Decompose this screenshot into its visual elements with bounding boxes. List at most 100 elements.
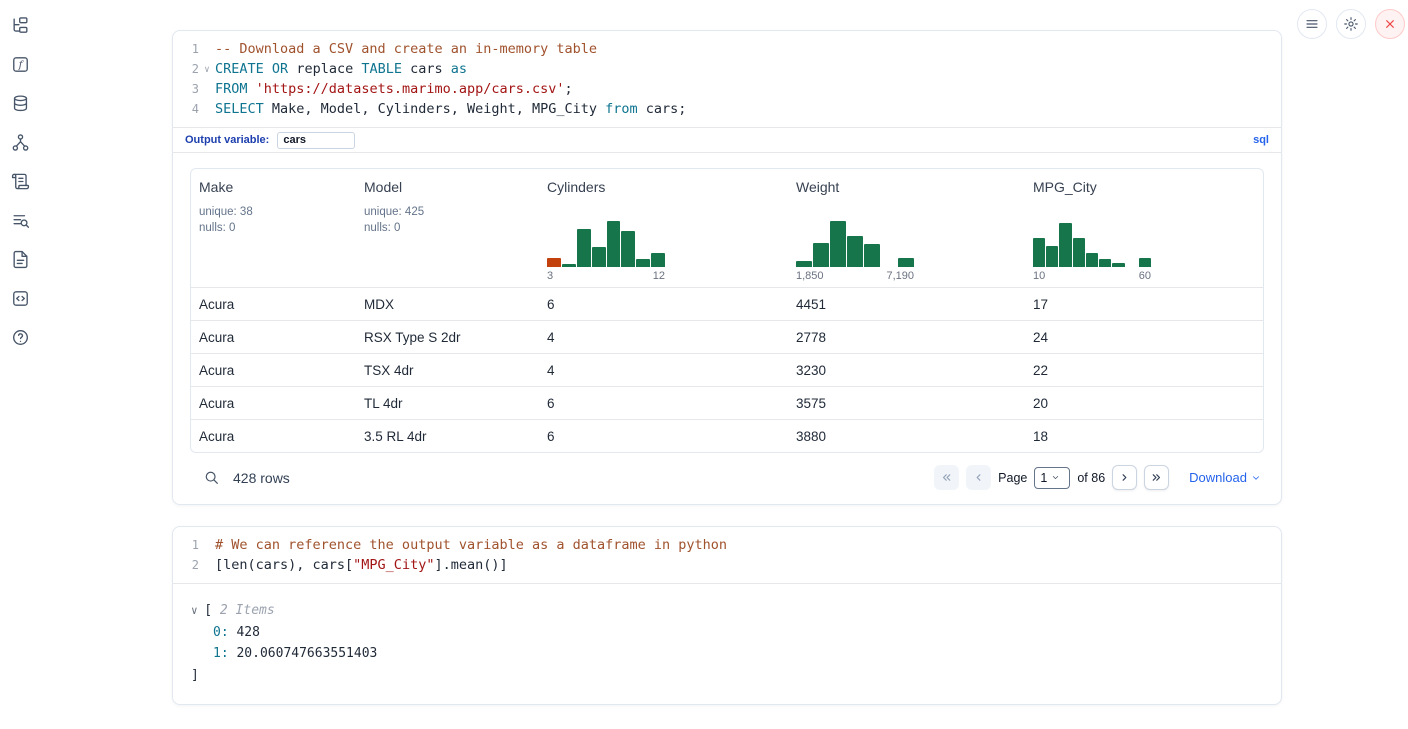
histogram-bar[interactable]	[1112, 263, 1124, 267]
histogram-bar[interactable]	[636, 259, 650, 267]
token-comment: # We can reference the output variable a…	[215, 537, 727, 553]
table-cell: MDX	[356, 297, 539, 312]
histogram-bar[interactable]	[1046, 246, 1058, 267]
histogram-bar[interactable]	[813, 243, 829, 267]
table-row[interactable]: AcuraRSX Type S 2dr4277824	[191, 320, 1263, 353]
fold-icon[interactable]: ∨	[199, 59, 215, 79]
table-cell: 20	[1025, 396, 1263, 411]
table-output: Makeunique: 38nulls: 0Modelunique: 425nu…	[173, 153, 1281, 504]
token-plain: [len(cars), cars[	[215, 557, 353, 573]
output-variable-bar: Output variable: sql	[173, 127, 1281, 153]
histogram-bar[interactable]	[864, 244, 880, 267]
token-plain: 20.060747663551403	[229, 646, 378, 661]
table-cell: 18	[1025, 429, 1263, 444]
output-tree: ∨ [ 2 Items0: 4281: 20.060747663551403]	[173, 600, 1281, 686]
token-string: 'https://datasets.marimo.app/cars.csv'	[256, 81, 565, 97]
histogram-bar[interactable]	[1139, 258, 1151, 267]
settings-button[interactable]	[1336, 9, 1366, 39]
token-plain: replace	[288, 61, 361, 77]
sql-code-editor[interactable]: 1-- Download a CSV and create an in-memo…	[173, 31, 1281, 127]
table-cell: 6	[539, 429, 788, 444]
language-badge: sql	[1253, 134, 1269, 146]
histogram-bar[interactable]	[562, 264, 576, 267]
row-count: 428 rows	[233, 470, 290, 486]
logs-icon[interactable]	[9, 170, 31, 192]
histogram-bar[interactable]	[1073, 238, 1085, 267]
first-page-button[interactable]	[934, 465, 959, 490]
help-icon[interactable]	[9, 326, 31, 348]
histogram-bar[interactable]	[898, 258, 914, 267]
code-text: ]	[191, 668, 199, 683]
page-select[interactable]: 1	[1034, 467, 1070, 489]
column-name: Make	[199, 179, 348, 195]
menu-button[interactable]	[1297, 9, 1327, 39]
documentation-icon[interactable]	[9, 248, 31, 270]
column-header[interactable]: MPG_City1060	[1025, 169, 1263, 287]
token-keyword: OR	[272, 61, 288, 77]
column-header[interactable]: Makeunique: 38nulls: 0	[191, 169, 356, 287]
table-cell: 17	[1025, 297, 1263, 312]
token-keyword: TABLE	[361, 61, 402, 77]
histogram-bar[interactable]	[830, 221, 846, 267]
token-plain: cars	[402, 61, 451, 77]
column-header[interactable]: Weight1,8507,190	[788, 169, 1025, 287]
table-row[interactable]: Acura3.5 RL 4dr6388018	[191, 419, 1263, 452]
search-icon[interactable]	[203, 469, 220, 486]
snippets-icon[interactable]	[9, 287, 31, 309]
code-line[interactable]: 3FROM 'https://datasets.marimo.app/cars.…	[173, 79, 1281, 99]
data-table: Makeunique: 38nulls: 0Modelunique: 425nu…	[190, 168, 1264, 453]
fold-slot	[199, 79, 215, 99]
scratchpad-icon[interactable]: f	[9, 53, 31, 75]
close-button[interactable]	[1375, 9, 1405, 39]
histogram-bar[interactable]	[1086, 253, 1098, 267]
pagination: Page 1 of 86 Download	[934, 465, 1261, 490]
histogram-bar[interactable]	[796, 261, 812, 267]
code-line[interactable]: 4SELECT Make, Model, Cylinders, Weight, …	[173, 99, 1281, 119]
file-explorer-icon[interactable]	[9, 14, 31, 36]
histogram-bar[interactable]	[1033, 238, 1045, 267]
fold-slot	[199, 39, 215, 59]
histogram-bar[interactable]	[651, 253, 665, 267]
histogram-axis: 1060	[1033, 270, 1151, 282]
histogram-bar[interactable]	[1059, 223, 1071, 267]
code-line[interactable]: 2∨CREATE OR replace TABLE cars as	[173, 59, 1281, 79]
column-header[interactable]: Modelunique: 425nulls: 0	[356, 169, 539, 287]
histogram-bar[interactable]	[592, 247, 606, 267]
download-button[interactable]: Download	[1189, 470, 1261, 485]
histogram-bar[interactable]	[577, 229, 591, 267]
table-cell: Acura	[191, 429, 356, 444]
chevron-down-icon	[1251, 473, 1261, 483]
python-code-editor[interactable]: 1# We can reference the output variable …	[173, 527, 1281, 583]
last-page-button[interactable]	[1144, 465, 1169, 490]
code-line[interactable]: 2[len(cars), cars["MPG_City"].mean()]	[173, 555, 1281, 575]
table-cell: RSX Type S 2dr	[356, 330, 539, 345]
table-row[interactable]: AcuraTSX 4dr4323022	[191, 353, 1263, 386]
table-row[interactable]: AcuraTL 4dr6357520	[191, 386, 1263, 419]
datasources-icon[interactable]	[9, 92, 31, 114]
tree-collapse-icon[interactable]: ∨	[191, 604, 204, 617]
outline-icon[interactable]	[9, 209, 31, 231]
dependencies-icon[interactable]	[9, 131, 31, 153]
download-label: Download	[1189, 470, 1247, 485]
token-keyword: as	[451, 61, 467, 77]
histogram-bar[interactable]	[607, 221, 621, 267]
histogram-axis: 312	[547, 270, 665, 282]
prev-page-button[interactable]	[966, 465, 991, 490]
histogram-bar[interactable]	[547, 258, 561, 267]
next-page-button[interactable]	[1112, 465, 1137, 490]
column-header[interactable]: Cylinders312	[539, 169, 788, 287]
table-cell: 4	[539, 330, 788, 345]
histogram-bar[interactable]	[621, 231, 635, 267]
table-row[interactable]: AcuraMDX6445117	[191, 287, 1263, 320]
output-variable-input[interactable]	[277, 132, 355, 149]
token-plain: ;	[565, 81, 573, 97]
column-name: Model	[364, 179, 531, 195]
token-comment: -- Download a CSV and create an in-memor…	[215, 41, 597, 57]
token-plain	[264, 61, 272, 77]
table-cell: Acura	[191, 396, 356, 411]
histogram-bar[interactable]	[847, 236, 863, 267]
code-line[interactable]: 1# We can reference the output variable …	[173, 535, 1281, 555]
histogram-bar[interactable]	[1099, 259, 1111, 267]
code-line[interactable]: 1-- Download a CSV and create an in-memo…	[173, 39, 1281, 59]
table-cell: 2778	[788, 330, 1025, 345]
